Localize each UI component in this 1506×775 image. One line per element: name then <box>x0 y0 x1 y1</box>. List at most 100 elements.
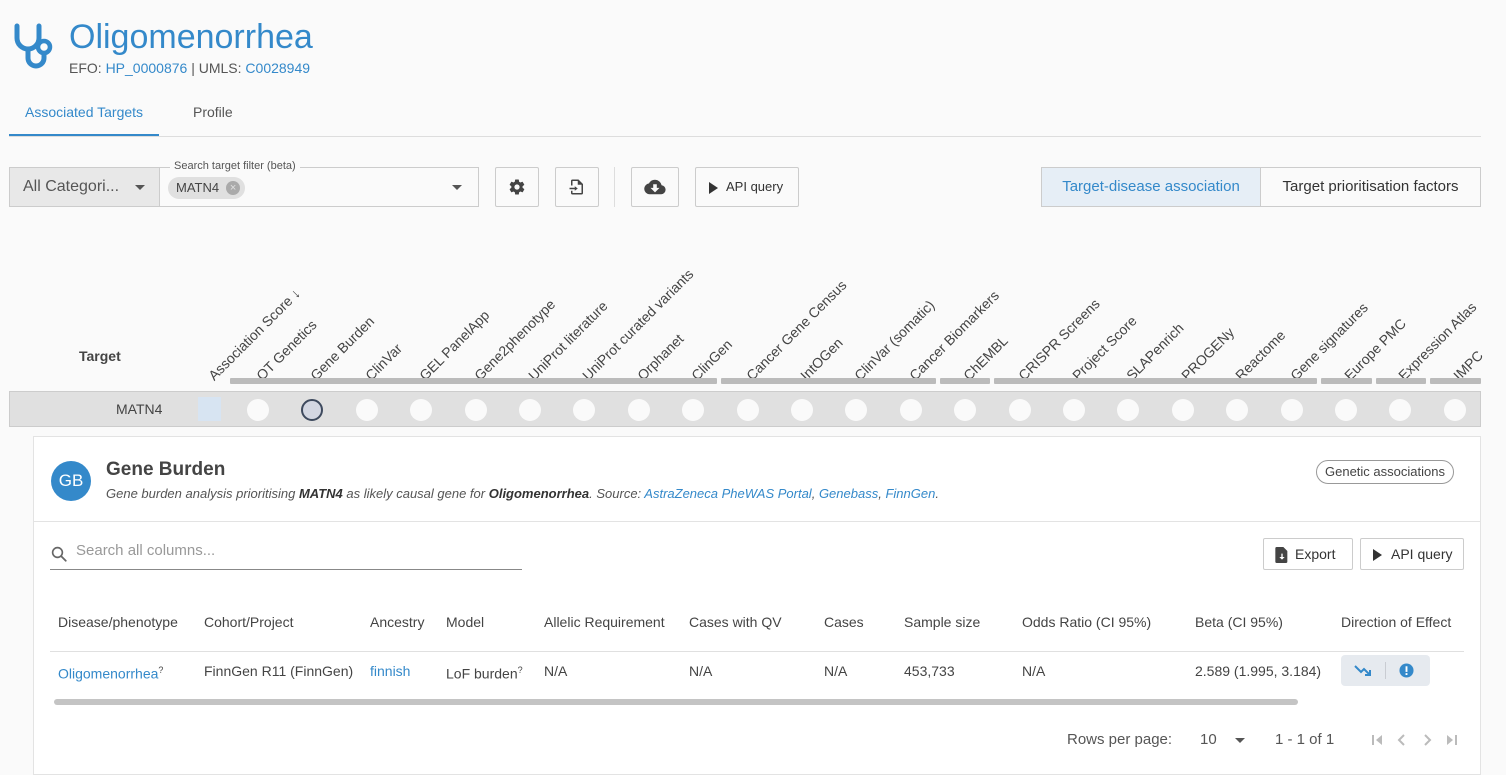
next-page-icon[interactable] <box>1420 733 1434 747</box>
datatype-cell[interactable] <box>301 399 324 421</box>
first-page-icon[interactable] <box>1370 733 1384 747</box>
association-score-cell[interactable] <box>198 397 221 421</box>
play-icon <box>709 182 718 194</box>
target-disease-association-toggle[interactable]: Target-disease association <box>1042 168 1261 206</box>
column-header[interactable]: ChEMBL <box>960 332 1011 383</box>
column-header[interactable]: Odds Ratio (CI 95%) <box>1022 614 1151 630</box>
column-header[interactable]: Direction of Effect <box>1341 614 1451 630</box>
column-header[interactable]: PROGENy <box>1178 324 1237 383</box>
caret-down-icon <box>135 185 145 190</box>
tab-associated-targets[interactable]: Associated Targets <box>9 92 160 136</box>
datatype-cell[interactable] <box>791 399 813 421</box>
caret-down-icon[interactable] <box>452 185 462 190</box>
search-input[interactable] <box>74 541 508 560</box>
column-header[interactable]: IntOGen <box>797 335 846 384</box>
datatype-cell[interactable] <box>1008 399 1031 421</box>
trending-down-icon[interactable] <box>1354 663 1372 677</box>
api-query-button[interactable]: API query <box>695 167 799 207</box>
datatype-cell[interactable] <box>410 399 433 421</box>
datatype-cell[interactable] <box>355 399 378 421</box>
affected-pathway-group-bar <box>994 378 1317 384</box>
target-prioritisation-toggle[interactable]: Target prioritisation factors <box>1261 168 1480 206</box>
category-select[interactable]: All Categori... <box>9 167 159 207</box>
column-header[interactable]: Cases with QV <box>689 614 782 630</box>
search-icon <box>51 546 67 562</box>
column-header[interactable]: Ancestry <box>370 614 424 630</box>
desc-text: , <box>811 486 819 501</box>
datatype-cell[interactable] <box>1335 399 1357 421</box>
table-row[interactable]: MATN4 <box>9 391 1481 427</box>
chip-remove-icon[interactable]: × <box>226 181 241 195</box>
column-header[interactable]: UniProt curated variants <box>579 266 697 384</box>
direction-of-effect-cell[interactable] <box>1341 655 1430 686</box>
datatype-cell[interactable] <box>1443 399 1466 421</box>
tooltip-marker[interactable]: ? <box>518 665 523 675</box>
info-icon[interactable] <box>1399 663 1414 678</box>
datatype-cell[interactable] <box>519 399 541 421</box>
column-header[interactable]: ClinGen <box>688 336 735 383</box>
source-link-finngen[interactable]: FinnGen <box>885 486 935 501</box>
column-header[interactable]: Cases <box>824 614 864 630</box>
datatype-cell[interactable] <box>464 399 487 421</box>
datatype-cell[interactable] <box>627 399 650 421</box>
target-filter-label: Search target filter (beta) <box>170 160 300 172</box>
export-button[interactable]: Export <box>1263 538 1353 570</box>
datatype-cell[interactable] <box>845 399 868 421</box>
desc-text: Gene burden analysis prioritising <box>106 486 299 501</box>
column-header[interactable]: Disease/phenotype <box>58 614 178 630</box>
datatype-cell[interactable] <box>1171 399 1194 421</box>
table-cell-ancestry: finnish <box>370 663 410 679</box>
page-title: Oligomenorrhea <box>69 18 313 56</box>
column-header[interactable]: Model <box>446 614 484 630</box>
datatype-cell[interactable] <box>1389 399 1412 421</box>
panel-description: Gene burden analysis prioritising MATN4 … <box>106 486 939 501</box>
filter-chip[interactable]: MATN4 × <box>168 177 246 199</box>
column-header[interactable]: Reactome <box>1232 327 1288 383</box>
search-field <box>50 537 522 570</box>
source-link-astrazeneca[interactable]: AstraZeneca PheWAS Portal <box>644 486 811 501</box>
file-import-icon <box>569 179 583 195</box>
datatype-cell[interactable] <box>1280 399 1303 421</box>
tooltip-marker[interactable]: ? <box>158 665 163 675</box>
datatype-cell[interactable] <box>573 399 596 421</box>
ancestry-link[interactable]: finnish <box>370 663 410 679</box>
disease-link[interactable]: Oligomenorrhea <box>58 666 158 682</box>
file-download-icon <box>1275 547 1288 563</box>
column-header[interactable]: Beta (CI 95%) <box>1195 614 1283 630</box>
tab-profile[interactable]: Profile <box>177 92 249 134</box>
upload-list-button[interactable] <box>555 167 599 207</box>
column-header[interactable]: Cancer Gene Census <box>743 277 850 384</box>
datatype-cell[interactable] <box>1117 399 1140 421</box>
api-query-label: API query <box>1391 546 1453 562</box>
desc-gene: MATN4 <box>298 486 343 501</box>
datatype-cell[interactable] <box>954 399 977 421</box>
source-link-genebass[interactable]: Genebass <box>819 486 878 501</box>
datatype-cell[interactable] <box>736 399 759 421</box>
efo-id-link[interactable]: HP_0000876 <box>106 60 188 76</box>
known-drug-group-bar <box>940 378 990 384</box>
api-query-button[interactable]: API query <box>1360 538 1464 570</box>
umls-id-link[interactable]: C0028949 <box>245 60 310 76</box>
column-header[interactable]: Allelic Requirement <box>544 614 665 630</box>
datatype-cell[interactable] <box>247 399 269 421</box>
datatype-cell[interactable] <box>1063 399 1085 421</box>
column-header[interactable]: Association Score ↓ <box>205 285 303 383</box>
column-header[interactable]: Cohort/Project <box>204 614 293 630</box>
tab-bar: Associated Targets Profile <box>9 92 1481 137</box>
previous-page-icon[interactable] <box>1395 733 1409 747</box>
horizontal-scrollbar[interactable] <box>50 697 1464 707</box>
datatype-cell[interactable] <box>682 399 705 421</box>
datatype-cell[interactable] <box>899 399 922 421</box>
datatype-cell[interactable] <box>1226 399 1249 421</box>
target-filter-input[interactable]: Search target filter (beta) MATN4 × <box>159 160 479 207</box>
efo-label: EFO: <box>69 60 102 76</box>
download-button[interactable] <box>631 167 679 207</box>
settings-button[interactable] <box>495 167 539 207</box>
column-header[interactable]: ClinVar <box>362 340 405 383</box>
column-header[interactable]: Sample size <box>904 614 980 630</box>
last-page-icon[interactable] <box>1445 733 1459 747</box>
column-header[interactable]: Orphanet <box>634 331 687 384</box>
scrollbar-thumb[interactable] <box>54 699 1298 705</box>
disease-ids: EFO: HP_0000876 | UMLS: C0028949 <box>69 60 310 76</box>
rows-per-page-select[interactable]: 10 <box>1200 731 1250 753</box>
